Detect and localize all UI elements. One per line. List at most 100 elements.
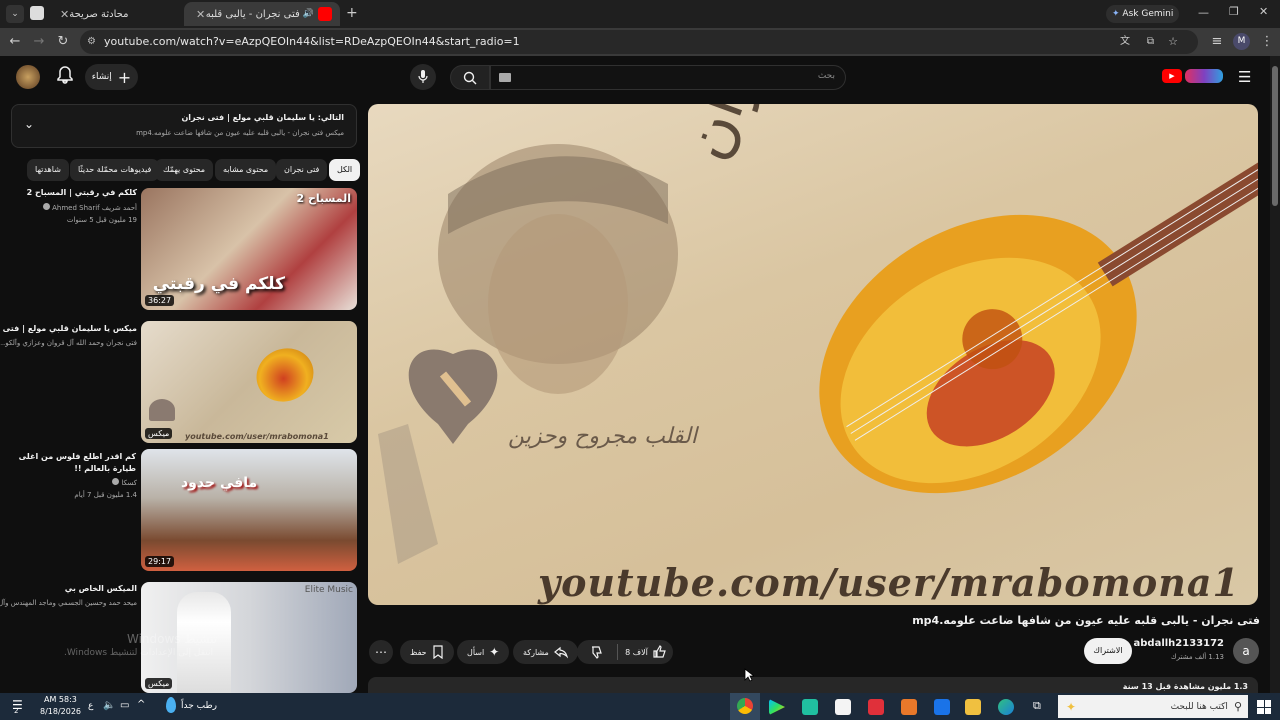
playlist-panel[interactable]: ⌄ التالي: يا سليمان قلبي مولع | فتى نجرا… [11,104,357,148]
save-button[interactable]: حفظ [400,640,454,664]
app-icon-green[interactable] [802,699,818,715]
close-window-button[interactable]: ✕ [1259,5,1268,18]
chrome-taskbar-button[interactable] [730,693,760,720]
mouse-cursor-icon [744,668,754,682]
thumbnail-watermark: youtube.com/user/mrabomona1 [185,432,329,441]
video-thumbnail[interactable]: youtube.com/user/mrabomona1 ميكس [141,321,357,443]
thumbs-up-icon [653,645,666,658]
channel-name: أحمد شريف Ahmed Sharif [52,204,137,212]
chip-watched[interactable]: شاهدتها [27,159,69,181]
edge-icon[interactable] [998,699,1014,715]
ask-button[interactable]: اسأل ✦ [457,640,510,664]
thumbnail-overlay-text: مافي حدود [181,475,258,491]
chip-similar[interactable]: محتوى مشابه [215,159,277,181]
minimize-button[interactable]: — [1198,6,1209,19]
play-store-icon[interactable] [769,699,785,715]
reload-icon[interactable]: ↻ [54,34,72,49]
video-player[interactable]: فتى نجران القلب مجروح وحزين youtube.com/… [368,104,1258,605]
search-button[interactable] [450,65,490,90]
search-input[interactable]: بحث [490,65,846,90]
subscribe-button[interactable]: الاشتراك [1084,638,1132,664]
chip-fata-najran[interactable]: فتى نجران [276,159,328,181]
dislike-button[interactable] [577,645,617,659]
mail-icon[interactable] [934,699,950,715]
install-icon[interactable]: ⧉ [1147,30,1154,54]
youtube-favicon-icon [318,7,332,21]
tab-conversation[interactable]: محادثة صريحة ✕ [48,2,180,26]
keyboard-icon[interactable] [499,73,511,82]
chevron-down-icon[interactable]: ⌄ [24,117,34,131]
channel-name: كسكا [121,479,137,487]
notifications-bell-icon[interactable] [57,66,73,84]
pinned-tab[interactable] [30,6,44,20]
more-actions-button[interactable]: ⋯ [369,640,393,664]
video-channel[interactable]: ميحد حمد وحسين الجسمي وماجد المهندس وآل.… [0,599,137,607]
menu-dots-icon[interactable]: ⋮ [1258,34,1276,49]
close-icon[interactable]: ✕ [196,8,205,21]
tab-youtube[interactable]: 🔊 فتى نجران - يالبى قلبه عليه ... ✕ [184,2,340,26]
guitar-oud-icon [247,339,323,411]
office-icon[interactable] [868,699,884,715]
taskbar-search-box[interactable]: ✦ اكتب هنا للبحث ⚲ [1058,695,1248,718]
channel-name[interactable]: abdallh2133172 [1134,638,1225,649]
back-icon[interactable]: ← [6,34,24,49]
file-explorer-icon[interactable] [965,699,981,715]
video-channel[interactable]: فتى نجران وحمد الله آل قروان وعزازي وآلك… [0,339,137,347]
channel-avatar[interactable]: a [1233,638,1259,664]
start-pane [1257,707,1264,714]
channel-avatar[interactable] [16,65,40,89]
windows-start-icon[interactable] [1257,700,1271,714]
mix-badge: ميكس [145,428,173,439]
hamburger-menu-icon[interactable]: ☰ [1238,68,1251,86]
chip-for-you[interactable]: محتوى يهمّك [155,159,214,181]
site-info-icon[interactable]: ⚙ [87,30,96,54]
tab-list-button[interactable]: ⌄ [6,5,24,23]
chip-all[interactable]: الكل [329,159,361,181]
voice-search-button[interactable] [410,64,436,90]
ask-gemini-button[interactable]: ✦ Ask Gemini [1106,5,1180,23]
youtube-logo[interactable]: ▶ [1162,69,1223,83]
player-watermark: youtube.com/user/mrabomona1 [538,560,1240,605]
profile-avatar[interactable]: M [1233,33,1250,50]
video-channel[interactable]: كسكا [112,478,137,487]
video-title[interactable]: الميكس الخاص بي [65,584,137,593]
chip-recent-uploads[interactable]: فيديوهات محمّلة حديثًا [70,159,160,181]
store-icon[interactable] [835,699,851,715]
weather-text[interactable]: رطب جداً [181,701,217,711]
address-bar[interactable]: ⚙ youtube.com/watch?v=eAzpQEOIn44&list=R… [80,30,1198,54]
like-count: 8 آلاف [625,647,648,657]
taskbar-search-placeholder: اكتب هنا للبحث [1170,701,1228,712]
video-title[interactable]: ميكس يا سليمان قلبي مولع | فتى نجران [0,324,137,333]
tray-expand-icon[interactable]: ^ [137,699,145,710]
playlist-icon[interactable]: ≡ [1208,34,1226,49]
speaker-icon[interactable]: 🔊 [303,9,314,19]
language-indicator[interactable]: ع [88,701,93,711]
video-meta: 1.4 مليون قبل 7 أيام [74,491,137,499]
video-title[interactable]: كلكم في رقبتي | المسباح 2 [27,188,137,197]
video-thumbnail[interactable]: المسباح 2 كلكم في رقبتي 36:27 [141,188,357,310]
video-channel[interactable]: أحمد شريف Ahmed Sharif [42,203,137,212]
task-view-icon[interactable]: ⧉ [1033,699,1041,713]
create-button[interactable]: إنشاء + [85,64,138,90]
scrollbar-thumb[interactable] [1272,66,1278,206]
network-icon[interactable]: ▭ [120,700,129,711]
bookmark-star-icon[interactable]: ☆ [1168,30,1178,54]
new-tab-button[interactable]: + [346,5,358,21]
volume-icon[interactable]: 🔈 [103,700,115,711]
url-text: youtube.com/watch?v=eAzpQEOIn44&list=RDe… [104,35,520,48]
grammarly-icon[interactable] [901,699,917,715]
share-icon [553,646,568,659]
share-button[interactable]: مشاركة [513,640,578,664]
video-thumbnail[interactable]: مافي حدود 29:17 [141,449,357,571]
page-scrollbar[interactable] [1270,56,1280,693]
like-button[interactable]: 8 آلاف [618,645,673,659]
forward-icon[interactable]: → [30,34,48,49]
video-title: فتى نجران - يالبى قلبه عليه عيون من شافه… [912,614,1260,627]
restore-button[interactable]: ❐ [1229,5,1239,18]
mix-badge: ميكس [145,678,173,689]
clock-time[interactable]: AM 58:3 [44,695,77,704]
close-icon[interactable]: ✕ [60,8,69,21]
video-title[interactable]: كم اقدر اطلع فلوس من اغلى طيارة بالعالم … [10,451,136,475]
translate-icon[interactable]: 文 [1120,30,1130,54]
clock-date[interactable]: 8/18/2026 [40,707,81,716]
